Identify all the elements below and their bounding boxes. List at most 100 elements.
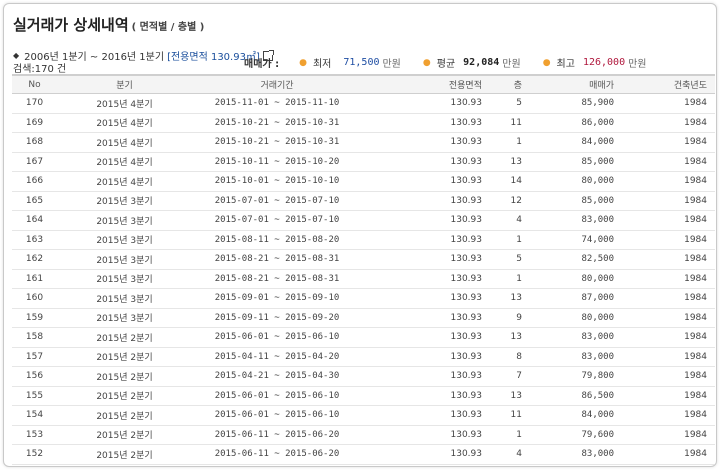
page-title: 실거래가 상세내역( 면적별 / 층별 ) <box>13 14 204 35</box>
cell-quarter: 2015년 2분기 <box>57 327 192 348</box>
cell-area: 130.93 <box>362 288 490 309</box>
cell-quarter: 2015년 2분기 <box>57 366 192 387</box>
cell-floor: 4 <box>490 464 530 466</box>
price-avg-unit: 만원 <box>502 59 521 70</box>
column-header-price: 매매가 <box>530 74 622 94</box>
cell-price: 81,500 <box>530 464 622 466</box>
cell-build-year: 1984 <box>622 308 715 328</box>
cell-quarter: 2015년 2분기 <box>57 347 192 367</box>
cell-price: 87,000 <box>530 288 622 309</box>
cell-quarter: 2015년 4분기 <box>57 132 192 153</box>
cell-build-year: 1984 <box>622 171 715 192</box>
cell-price: 79,600 <box>530 425 622 445</box>
cell-price: 80,000 <box>530 171 622 192</box>
cell-floor: 12 <box>490 191 530 211</box>
cell-period: 2015-11-01 ~ 2015-11-10 <box>192 93 362 114</box>
cell-period: 2015-04-21 ~ 2015-04-30 <box>192 366 362 387</box>
price-min-unit: 만원 <box>382 59 401 70</box>
cell-build-year: 1984 <box>622 191 715 211</box>
cell-period: 2015-08-21 ~ 2015-08-31 <box>192 249 362 270</box>
cell-period: 2015-08-21 ~ 2015-08-31 <box>192 269 362 289</box>
cell-area: 130.93 <box>362 113 490 133</box>
table-row: 163 2015년 3분기 2015-08-11 ~ 2015-08-20 130.9… <box>12 230 715 250</box>
column-header-period: 거래기간 <box>192 74 362 94</box>
cell-quarter: 2015년 3분기 <box>57 230 192 250</box>
cell-area: 130.93 <box>362 152 490 172</box>
cell-price: 86,500 <box>530 386 622 406</box>
cell-build-year: 1984 <box>622 288 715 309</box>
cell-quarter: 2015년 3분기 <box>57 210 192 231</box>
cell-no: 162 <box>12 249 57 270</box>
title-subtitle: ( 면적별 / 층별 ) <box>131 22 205 33</box>
cell-no: 154 <box>12 405 57 426</box>
cell-quarter: 2015년 4분기 <box>57 152 192 172</box>
cell-price: 74,000 <box>530 230 622 250</box>
price-summary: 매매가 : ● 최저 71,500 만원 ● 평균 92,084 만원 ● 최고… <box>244 55 669 70</box>
table-body: 170 2015년 4분기 2015-11-01 ~ 2015-11-10 130.9… <box>12 93 715 466</box>
cell-build-year: 1984 <box>622 93 715 114</box>
cell-no: 161 <box>12 269 57 289</box>
bullet-dot-icon: ● <box>299 57 307 68</box>
cell-price: 83,000 <box>530 210 622 231</box>
cell-no: 167 <box>12 152 57 172</box>
cell-area: 130.93 <box>362 249 490 270</box>
cell-build-year: 1984 <box>622 347 715 367</box>
price-avg: ● 평균 92,084 만원 <box>423 55 521 70</box>
cell-period: 2015-06-11 ~ 2015-06-20 <box>192 444 362 465</box>
cell-price: 80,000 <box>530 308 622 328</box>
table-row: 157 2015년 2분기 2015-04-11 ~ 2015-04-20 130.9… <box>12 347 715 367</box>
cell-price: 85,000 <box>530 191 622 211</box>
cell-no: 169 <box>12 113 57 133</box>
cell-no: 157 <box>12 347 57 367</box>
cell-build-year: 1984 <box>622 405 715 426</box>
cell-area: 130.93 <box>362 464 490 466</box>
price-max-unit: 만원 <box>628 59 647 70</box>
cell-quarter: 2015년 3분기 <box>57 269 192 289</box>
diamond-bullet-icon: ◆ <box>13 51 20 60</box>
cell-area: 130.93 <box>362 327 490 348</box>
cell-floor: 4 <box>490 210 530 231</box>
price-min: ● 최저 71,500 만원 <box>299 55 401 70</box>
cell-floor: 14 <box>490 171 530 192</box>
table-row: 168 2015년 4분기 2015-10-21 ~ 2015-10-31 130.9… <box>12 132 715 153</box>
cell-price: 83,000 <box>530 444 622 465</box>
cell-quarter: 2015년 3분기 <box>57 288 192 309</box>
title-main: 실거래가 상세내역 <box>13 16 129 34</box>
cell-floor: 1 <box>490 425 530 445</box>
cell-floor: 5 <box>490 249 530 270</box>
cell-floor: 7 <box>490 366 530 387</box>
cell-quarter: 2015년 3분기 <box>57 249 192 270</box>
table-row: 152 2015년 2분기 2015-06-11 ~ 2015-06-20 130.9… <box>12 444 715 465</box>
cell-price: 84,000 <box>530 405 622 426</box>
cell-price: 82,500 <box>530 249 622 270</box>
table-row: 160 2015년 3분기 2015-09-01 ~ 2015-09-10 130.9… <box>12 288 715 309</box>
cell-floor: 1 <box>490 230 530 250</box>
table-row: 159 2015년 3분기 2015-09-11 ~ 2015-09-20 130.9… <box>12 308 715 328</box>
cell-period: 2015-06-01 ~ 2015-06-10 <box>192 405 362 426</box>
cell-no: 164 <box>12 210 57 231</box>
cell-period: 2015-09-11 ~ 2015-09-20 <box>192 308 362 328</box>
cell-price: 79,800 <box>530 366 622 387</box>
cell-floor: 4 <box>490 444 530 465</box>
table-row: 153 2015년 2분기 2015-06-11 ~ 2015-06-20 130.9… <box>12 425 715 445</box>
cell-no: 156 <box>12 366 57 387</box>
cell-no: 166 <box>12 171 57 192</box>
cell-build-year: 1984 <box>622 152 715 172</box>
cell-area: 130.93 <box>362 366 490 387</box>
cell-floor: 9 <box>490 308 530 328</box>
table-row: 164 2015년 3분기 2015-07-01 ~ 2015-07-10 130.9… <box>12 210 715 231</box>
cell-period: 2015-10-01 ~ 2015-10-10 <box>192 171 362 192</box>
price-max: ● 최고 126,000 만원 <box>543 55 647 70</box>
cell-period: 2015-08-11 ~ 2015-08-20 <box>192 230 362 250</box>
table-row: 155 2015년 2분기 2015-06-01 ~ 2015-06-10 130.9… <box>12 386 715 406</box>
bullet-dot-icon: ● <box>422 57 431 68</box>
table-row: 166 2015년 4분기 2015-10-01 ~ 2015-10-10 130.9… <box>12 171 715 192</box>
cell-price: 83,000 <box>530 347 622 367</box>
cell-floor: 13 <box>490 152 530 172</box>
table-row: 165 2015년 3분기 2015-07-01 ~ 2015-07-10 130.9… <box>12 191 715 211</box>
table-row: 170 2015년 4분기 2015-11-01 ~ 2015-11-10 130.9… <box>12 93 715 114</box>
result-count: 검색:170 건 <box>13 64 67 75</box>
cell-area: 130.93 <box>362 386 490 406</box>
cell-quarter: 2015년 2분기 <box>57 464 192 466</box>
cell-quarter: 2015년 4분기 <box>57 113 192 133</box>
